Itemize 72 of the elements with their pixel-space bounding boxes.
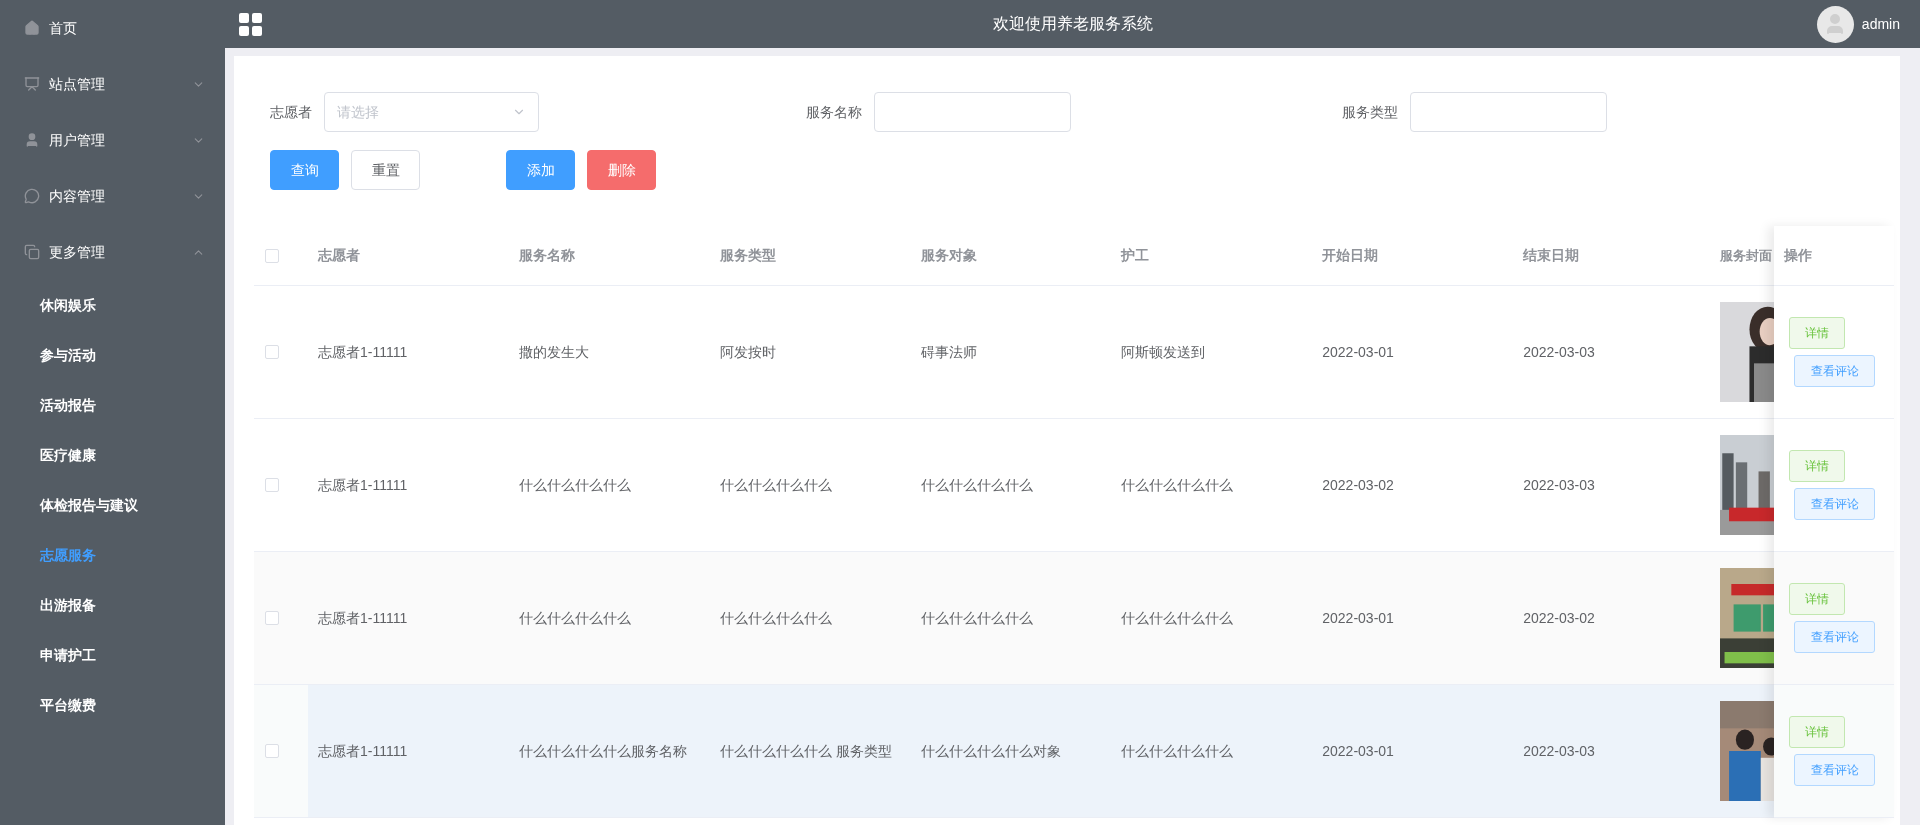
text-field[interactable] — [1410, 92, 1607, 132]
table-row[interactable]: 志愿者1-11111 什么什么什么什么服务名称 什么什么什么什么 服务类型 什么什么什么什么对象 什么什么什么什么 2022-03-01 2022-03-03 — [254, 685, 1774, 818]
sidebar-item[interactable]: 首页 — [0, 0, 225, 56]
table-cell: 2022-03-02 — [1322, 476, 1394, 493]
column-header: 服务封面 — [1720, 248, 1772, 263]
checkbox[interactable] — [265, 611, 279, 625]
checkbox[interactable] — [265, 248, 279, 263]
table-cell: 什么什么什么什么对象 — [920, 742, 1061, 759]
submenu-item[interactable]: 医疗健康 — [0, 430, 225, 480]
column-header: 志愿者 — [317, 247, 360, 263]
column-header: 服务对象 — [920, 247, 977, 263]
table-cell: 什么什么什么什么服务名称 — [518, 742, 687, 759]
app-title: 欢迎使用养老服务系统 — [992, 14, 1153, 34]
text-field[interactable] — [874, 92, 1071, 132]
table-cell: 志愿者1-11111 — [317, 609, 408, 626]
table-cell: 2022-03-02 — [1523, 609, 1595, 626]
column-header: 开始日期 — [1322, 247, 1379, 263]
menu-icon — [24, 132, 40, 148]
table-cell: 什么什么什么什么 — [920, 609, 1033, 626]
table-cell: 什么什么什么什么 — [518, 476, 631, 493]
table-cell: 志愿者1-11111 — [317, 343, 408, 360]
checkbox[interactable] — [265, 345, 279, 359]
column-header: 结束日期 — [1523, 247, 1580, 263]
checkbox[interactable] — [265, 744, 279, 758]
menu-icon — [24, 76, 40, 92]
filter-label: 服务类型 — [1342, 102, 1398, 122]
grid-icon[interactable] — [239, 12, 262, 36]
submenu-item[interactable]: 参与活动 — [0, 330, 225, 380]
menu-icon — [24, 188, 40, 204]
sidebar-item[interactable]: 更多管理 — [0, 224, 225, 280]
sidebar-item[interactable]: 站点管理 — [0, 56, 225, 112]
table-cell: 2022-03-01 — [1322, 742, 1394, 759]
column-header: 服务类型 — [719, 247, 776, 263]
submenu-item[interactable]: 申请护工 — [0, 630, 225, 680]
table-cell: 志愿者1-11111 — [317, 476, 408, 493]
action-button[interactable]: 重置 — [351, 150, 420, 190]
table-cell: 2022-03-03 — [1523, 343, 1595, 360]
table-row[interactable]: 志愿者1-11111 什么什么什么什么 什么什么什么什么 什么什么什么什么 什么什么什么什么 2022-03-01 2022-03-02 — [254, 552, 1774, 685]
table-cell: 什么什么什么什么 — [719, 609, 832, 626]
table-cell: 什么什么什么什么 — [719, 476, 832, 493]
submenu-item[interactable]: 体检报告与建议 — [0, 480, 225, 530]
table-cell: 什么什么什么什么 — [1121, 609, 1234, 626]
table-cell: 什么什么什么什么 — [1121, 742, 1234, 759]
table-cell: 志愿者1-11111 — [317, 742, 408, 759]
submenu-item[interactable]: 活动报告 — [0, 380, 225, 430]
table-cell: 什么什么什么什么 — [518, 609, 631, 626]
sidebar-item[interactable]: 用户管理 — [0, 112, 225, 168]
table-cell: 什么什么什么什么 — [920, 476, 1033, 493]
submenu-item[interactable]: 休闲娱乐 — [0, 280, 225, 330]
sidebar-item[interactable]: 内容管理 — [0, 168, 225, 224]
filter-label: 志愿者 — [270, 102, 312, 122]
table-cell: 2022-03-01 — [1322, 609, 1394, 626]
column-header: 服务名称 — [518, 247, 575, 263]
submenu-item[interactable]: 平台缴费 — [0, 680, 225, 730]
submenu-item[interactable]: 出游报备 — [0, 580, 225, 630]
table-cell: 2022-03-01 — [1322, 343, 1394, 360]
column-header: 护工 — [1121, 247, 1150, 263]
checkbox[interactable] — [265, 478, 279, 492]
table-cell: 什么什么什么什么 — [1121, 476, 1234, 493]
user-name[interactable]: admin — [1861, 13, 1900, 35]
avatar[interactable] — [1816, 5, 1854, 43]
table-cell: 阿斯顿发送到 — [1121, 343, 1206, 360]
table-cell: 阿发按时 — [719, 343, 776, 360]
table-cell: 碍事法师 — [920, 343, 977, 360]
table-cell: 2022-03-03 — [1523, 476, 1595, 493]
menu-icon — [24, 20, 40, 36]
table-cell: 2022-03-03 — [1523, 742, 1595, 759]
table-cell: 什么什么什么什么 服务类型 — [719, 742, 892, 759]
table-cell: 撒的发生大 — [518, 343, 589, 360]
filter-label: 服务名称 — [806, 102, 862, 122]
menu-icon — [24, 244, 40, 260]
column-header: 操作 — [1784, 246, 1812, 265]
